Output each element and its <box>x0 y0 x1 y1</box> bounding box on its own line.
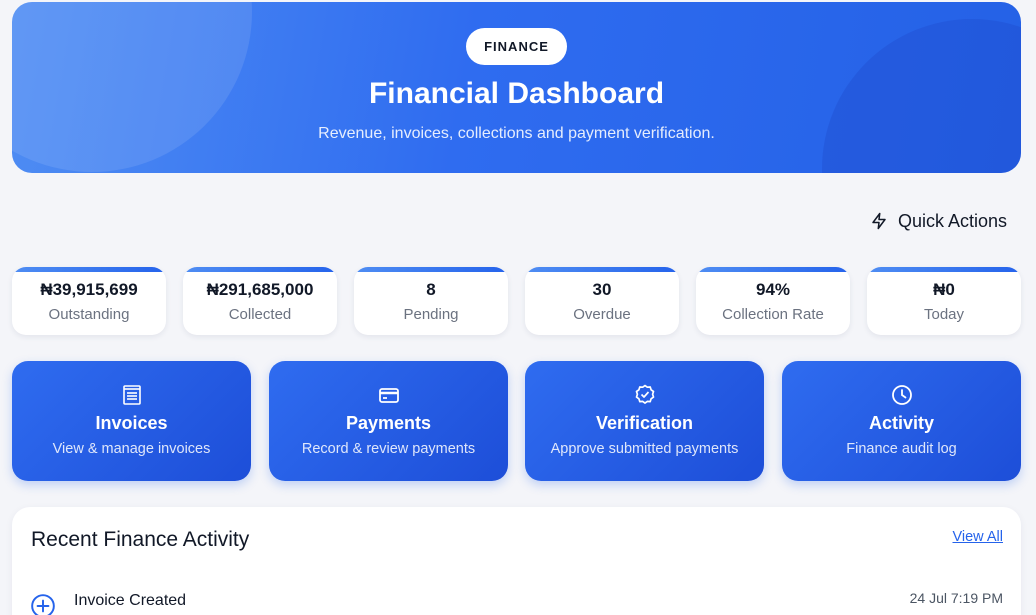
quick-actions-label: Quick Actions <box>898 210 1008 231</box>
stat-value: 94% <box>755 280 791 299</box>
stat-label: Collected <box>228 306 292 323</box>
hero-banner: FINANCE Financial Dashboard Revenue, inv… <box>12 2 1021 173</box>
stat-value: ₦39,915,699 <box>40 280 138 299</box>
page-subtitle: Revenue, invoices, collections and payme… <box>318 125 715 142</box>
card-description: View & manage invoices <box>52 441 211 457</box>
stat-today: ₦0 Today <box>867 267 1021 335</box>
stat-label: Pending <box>403 306 459 323</box>
verified-badge-icon <box>635 384 654 404</box>
activity-date: 24 Jul 7:19 PM <box>909 590 1003 606</box>
card-title: Invoices <box>95 413 168 433</box>
stat-label: Collection Rate <box>722 306 824 323</box>
card-title: Verification <box>595 413 694 433</box>
verification-card[interactable]: Verification Approve submitted payments <box>525 361 764 481</box>
stat-collection-rate: 94% Collection Rate <box>696 267 850 335</box>
recent-activity-panel: Recent Finance Activity View All Invoice… <box>12 507 1021 615</box>
quick-actions-button[interactable]: Quick Actions <box>870 208 1007 234</box>
stat-label: Overdue <box>573 306 631 323</box>
card-description: Finance audit log <box>846 441 957 457</box>
stat-overdue: 30 Overdue <box>525 267 679 335</box>
stat-value: ₦0 <box>933 280 955 299</box>
finance-dashboard-page: FINANCE Financial Dashboard Revenue, inv… <box>0 0 1036 615</box>
list-item[interactable]: Invoice Created 24 Jul 7:19 PM <box>12 587 1021 615</box>
stat-label: Outstanding <box>48 306 130 323</box>
card-title: Activity <box>868 413 935 433</box>
stat-value: ₦291,685,000 <box>206 280 314 299</box>
card-description: Approve submitted payments <box>550 441 739 457</box>
stat-value: 8 <box>426 280 436 299</box>
stats-row: ₦39,915,699 Outstanding ₦291,685,000 Col… <box>12 267 1022 335</box>
stat-value: 30 <box>592 280 612 299</box>
activity-card[interactable]: Activity Finance audit log <box>782 361 1021 481</box>
section-badge: FINANCE <box>466 28 567 65</box>
card-icon <box>378 388 399 403</box>
invoice-icon <box>122 385 141 405</box>
card-description: Record & review payments <box>301 441 476 457</box>
lightning-icon <box>872 212 886 230</box>
plus-circle-icon <box>31 594 55 615</box>
stat-outstanding: ₦39,915,699 Outstanding <box>12 267 166 335</box>
invoices-card[interactable]: Invoices View & manage invoices <box>12 361 251 481</box>
page-title: Financial Dashboard <box>368 77 665 110</box>
recent-activity-title: Recent Finance Activity <box>31 528 250 551</box>
stat-pending: 8 Pending <box>354 267 508 335</box>
card-title: Payments <box>345 413 432 433</box>
stat-label: Today <box>923 306 965 323</box>
activity-title: Invoice Created <box>74 592 187 609</box>
view-all-link[interactable]: View All <box>952 529 1003 545</box>
stat-collected: ₦291,685,000 Collected <box>183 267 337 335</box>
clock-icon <box>891 385 912 405</box>
payments-card[interactable]: Payments Record & review payments <box>269 361 508 481</box>
